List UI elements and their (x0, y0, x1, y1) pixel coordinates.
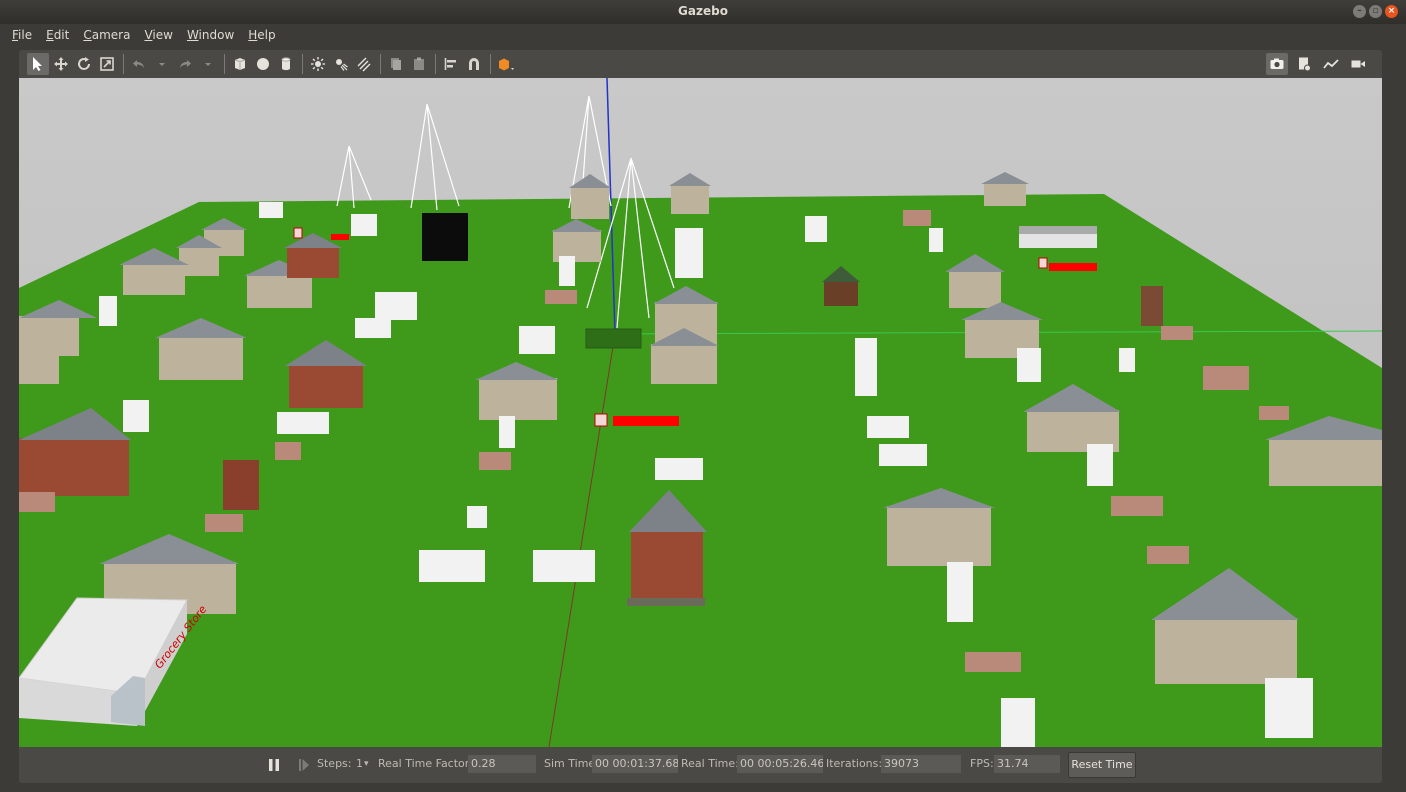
toolbar-separator (224, 54, 225, 74)
scale-mode-icon[interactable] (96, 53, 118, 75)
menu-camera[interactable]: Camera (83, 28, 130, 42)
directional-light-icon[interactable] (353, 53, 375, 75)
close-icon[interactable]: × (1385, 5, 1398, 18)
steps-dropdown-icon[interactable]: ▾ (364, 759, 369, 769)
toolbar-separator (302, 54, 303, 74)
box-shape-icon[interactable] (229, 53, 251, 75)
toolbar-separator (435, 54, 436, 74)
black-pillar (422, 213, 468, 261)
point-light-icon[interactable] (307, 53, 329, 75)
minimize-icon[interactable]: – (1353, 5, 1366, 18)
window-controls: – ▫ × (1353, 5, 1398, 18)
menu-window[interactable]: Window (187, 28, 234, 42)
copy-icon[interactable] (385, 53, 407, 75)
redo-history-icon[interactable] (197, 53, 219, 75)
menu-help[interactable]: Help (248, 28, 275, 42)
simulation-status-bar: Steps: 1 ▾ Real Time Factor: 0.28 Sim Ti… (19, 747, 1382, 783)
toolbar-separator (123, 54, 124, 74)
translate-mode-icon[interactable] (50, 53, 72, 75)
robot-base-pad (585, 328, 642, 349)
steps-label: Steps: (317, 757, 352, 770)
rtf-label: Real Time Factor: (378, 757, 473, 770)
change-view-icon[interactable] (495, 53, 517, 75)
scene-render[interactable]: Grocery Store (19, 78, 1382, 747)
window-title: Gazebo (678, 4, 728, 18)
iterations-label: Iterations: (826, 757, 883, 770)
step-icon[interactable] (297, 757, 311, 771)
menu-file[interactable]: File (12, 28, 32, 42)
render-viewport[interactable]: Grocery Store (19, 78, 1382, 747)
menu-edit[interactable]: Edit (46, 28, 69, 42)
sphere-shape-icon[interactable] (252, 53, 274, 75)
reset-time-button[interactable]: Reset Time (1068, 752, 1136, 778)
redo-icon[interactable] (174, 53, 196, 75)
toolbar-separator (380, 54, 381, 74)
sim-time-field: 00 00:01:37.682 (592, 755, 678, 773)
title-bar: Gazebo – ▫ × (0, 0, 1406, 24)
cylinder-shape-icon[interactable] (275, 53, 297, 75)
steps-value[interactable]: 1 (356, 757, 363, 770)
real-time-field: 00 00:05:26.469 (737, 755, 823, 773)
fps-field: 31.74 (994, 755, 1060, 773)
fps-label: FPS: (970, 757, 994, 770)
rotate-mode-icon[interactable] (73, 53, 95, 75)
paste-icon[interactable] (408, 53, 430, 75)
toolbar-right (1266, 53, 1370, 75)
align-icon[interactable] (440, 53, 462, 75)
undo-history-icon[interactable] (151, 53, 173, 75)
menu-bar: File Edit Camera View Window Help (0, 24, 1406, 46)
iterations-field: 39073 (881, 755, 961, 773)
select-mode-icon[interactable] (27, 53, 49, 75)
plot-icon[interactable] (1320, 53, 1342, 75)
video-record-icon[interactable] (1347, 53, 1369, 75)
pause-icon[interactable] (267, 757, 281, 771)
screenshot-icon[interactable] (1266, 53, 1288, 75)
undo-icon[interactable] (128, 53, 150, 75)
sim-time-label: Sim Time: (544, 757, 599, 770)
snap-icon[interactable] (463, 53, 485, 75)
toolbar-separator (490, 54, 491, 74)
rtf-field: 0.28 (468, 755, 536, 773)
spot-light-icon[interactable] (330, 53, 352, 75)
maximize-icon[interactable]: ▫ (1369, 5, 1382, 18)
toolbar (19, 50, 1382, 78)
gazebo-window: Gazebo – ▫ × File Edit Camera View Windo… (0, 0, 1406, 792)
real-time-label: Real Time: (681, 757, 739, 770)
log-data-icon[interactable] (1293, 53, 1315, 75)
menu-view[interactable]: View (144, 28, 172, 42)
